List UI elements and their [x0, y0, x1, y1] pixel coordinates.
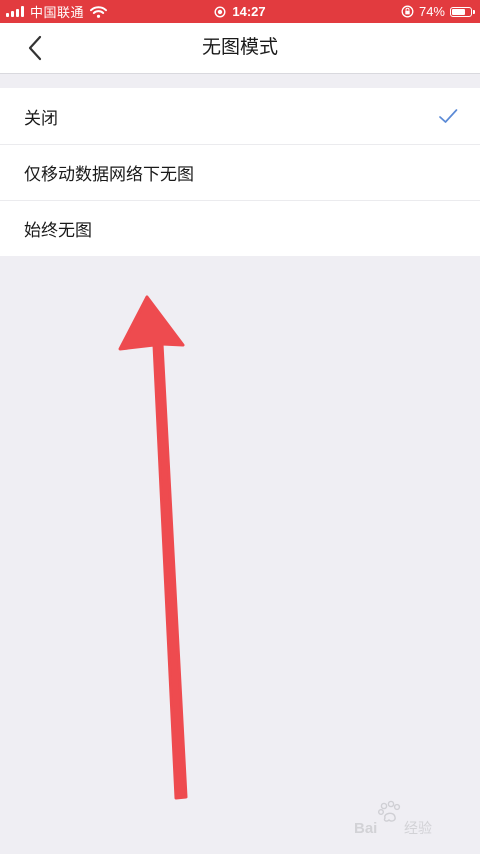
option-label: 始终无图 — [24, 221, 92, 240]
option-list: 关闭 仅移动数据网络下无图 始终无图 — [0, 88, 480, 256]
svg-text:Bai: Bai — [354, 820, 377, 837]
nav-bar: 无图模式 — [0, 23, 480, 74]
orientation-lock-icon — [401, 5, 414, 18]
option-mobile-data-only[interactable]: 仅移动数据网络下无图 — [0, 144, 480, 200]
status-bar: 中国联通 14:27 74% — [0, 0, 480, 23]
checkmark-icon — [439, 109, 458, 123]
status-bar-right: 74% — [401, 0, 475, 23]
location-lock-icon — [214, 5, 226, 18]
battery-level — [452, 8, 466, 15]
svg-text:经验: 经验 — [404, 821, 432, 837]
page-title: 无图模式 — [201, 37, 278, 58]
option-label: 仅移动数据网络下无图 — [24, 165, 194, 184]
option-label: 关闭 — [24, 108, 58, 128]
battery-icon — [450, 6, 475, 17]
option-always[interactable]: 始终无图 — [0, 200, 480, 256]
battery-percent: 74% — [418, 4, 445, 19]
clock: 14:27 — [232, 4, 266, 19]
baidu-jingyan-watermark: Bai 经验 — [354, 800, 432, 837]
option-off[interactable]: 关闭 — [0, 88, 480, 144]
